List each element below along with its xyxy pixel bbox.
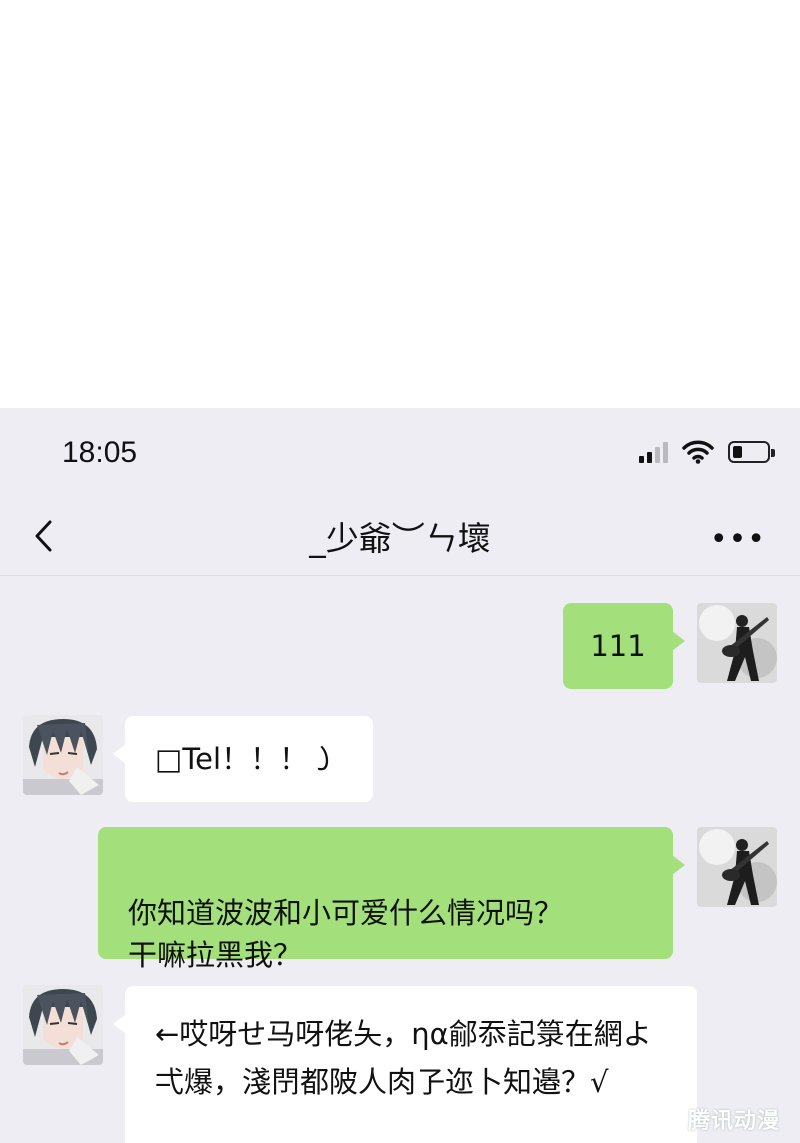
outgoing-message-bubble[interactable]: 你知道波波和小可爱什么情况吗？ 干嘛拉黑我？ (98, 827, 685, 972)
message-text: □Tel！！！㇁ (155, 742, 338, 776)
watermark-logo: 腾讯动漫 (687, 1108, 780, 1133)
chat-header: _少爺︶ㄣ壞 ••• (0, 498, 800, 576)
signal-icon (639, 441, 668, 463)
more-options-button[interactable]: ••• (710, 522, 766, 557)
wifi-icon (682, 440, 714, 464)
chat-screen: 18:05 _少爺︶ㄣ壞 ••• 111 □Tel！！！㇁ 你知道波波和小可爱什… (0, 408, 800, 1143)
blank-top-area (0, 0, 800, 408)
guitarist-avatar[interactable] (697, 827, 777, 907)
battery-icon (728, 441, 775, 463)
battery-level (733, 446, 742, 458)
status-bar: 18:05 (0, 408, 800, 498)
anime-boy-avatar[interactable] (23, 715, 103, 795)
status-time: 18:05 (62, 436, 138, 469)
anime-boy-avatar[interactable] (23, 985, 103, 1065)
guitarist-avatar[interactable] (697, 603, 777, 683)
status-icons (639, 440, 775, 464)
message-text: 111 (590, 629, 646, 663)
incoming-message-bubble[interactable]: □Tel！！！㇁ (113, 716, 373, 802)
message-text: ←哎呀せ马呀佬夨，ηα鄃忝記箓在網よ弌爆，淺閅都陂人肉孒迩卜知邉？√ (155, 1017, 652, 1099)
chat-title: _少爺︶ㄣ壞 (309, 519, 491, 558)
incoming-message-bubble[interactable]: ←哎呀せ马呀佬夨，ηα鄃忝記箓在網よ弌爆，淺閅都陂人肉孒迩卜知邉？√ (113, 986, 697, 1143)
outgoing-message-bubble[interactable]: 111 (563, 603, 685, 689)
message-text: 你知道波波和小可爱什么情况吗？ 干嘛拉黑我？ (128, 896, 564, 972)
